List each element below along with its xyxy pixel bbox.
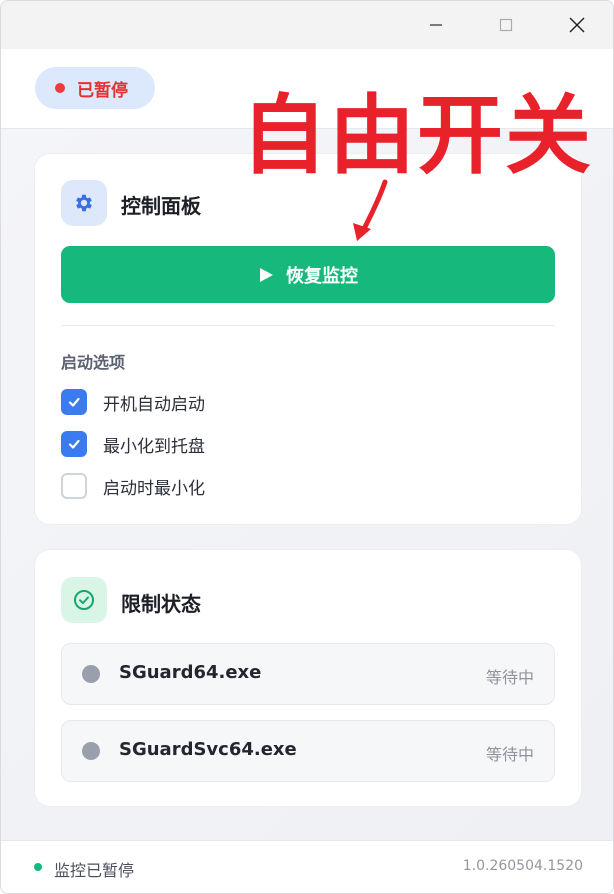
footer-status-dot <box>34 863 42 871</box>
annotation-text: 自由开关 <box>241 86 593 186</box>
startup-options-label: 启动选项 <box>61 353 126 372</box>
option-start-minimized[interactable]: 启动时最小化 <box>61 472 205 500</box>
play-icon <box>258 267 274 283</box>
option-minimize-to-tray[interactable]: 最小化到托盘 <box>61 430 205 458</box>
status-label: 已暂停 <box>77 80 128 101</box>
limit-status-title: 限制状态 <box>121 592 201 616</box>
control-panel-icon-box <box>61 180 107 226</box>
footer-status-text: 监控已暂停 <box>54 861 135 880</box>
limit-status-icon-box <box>61 577 107 623</box>
status-dot <box>55 83 65 93</box>
auto-start-label: 开机自动启动 <box>103 394 205 415</box>
minimize-button[interactable] <box>401 1 471 49</box>
resume-button-label: 恢复监控 <box>286 265 358 287</box>
status-badge: 已暂停 <box>35 67 155 109</box>
process-row: SGuard64.exe 等待中 <box>61 643 555 705</box>
check-circle-icon <box>74 590 94 610</box>
title-bar <box>1 1 613 49</box>
maximize-button[interactable] <box>471 1 541 49</box>
resume-monitoring-button[interactable]: 恢复监控 <box>61 246 555 303</box>
app-window: 已暂停 控制面板 恢复监控 启动选项 开机自动启动 最小化到托盘 启动时最小化 … <box>0 0 614 894</box>
control-panel-card: 控制面板 恢复监控 启动选项 开机自动启动 最小化到托盘 启动时最小化 <box>34 153 582 525</box>
auto-start-checkbox[interactable] <box>61 389 87 415</box>
close-button[interactable] <box>542 1 612 49</box>
process-status: 等待中 <box>485 745 534 764</box>
process-status: 等待中 <box>485 668 534 687</box>
divider <box>61 325 555 326</box>
minimize-icon <box>430 24 442 26</box>
status-bar: 监控已暂停 1.0.260504.1520 <box>1 840 613 893</box>
check-icon <box>68 439 80 449</box>
start-minimized-label: 启动时最小化 <box>103 478 205 499</box>
limit-status-card: 限制状态 SGuard64.exe 等待中 SGuardSvc64.exe 等待… <box>34 549 582 807</box>
process-status-dot <box>82 742 100 760</box>
process-row: SGuardSvc64.exe 等待中 <box>61 720 555 782</box>
option-auto-start[interactable]: 开机自动启动 <box>61 388 205 416</box>
control-panel-title: 控制面板 <box>121 194 201 218</box>
close-icon <box>569 17 585 33</box>
gear-icon <box>76 194 92 212</box>
process-status-dot <box>82 665 100 683</box>
process-name: SGuard64.exe <box>119 662 262 683</box>
annotation-arrow-icon <box>353 179 388 241</box>
check-icon <box>68 397 80 407</box>
start-minimized-checkbox[interactable] <box>61 473 87 499</box>
minimize-to-tray-label: 最小化到托盘 <box>103 436 205 457</box>
process-name: SGuardSvc64.exe <box>119 739 297 760</box>
maximize-icon <box>499 18 513 32</box>
version-label: 1.0.260504.1520 <box>462 858 583 874</box>
minimize-to-tray-checkbox[interactable] <box>61 431 87 457</box>
